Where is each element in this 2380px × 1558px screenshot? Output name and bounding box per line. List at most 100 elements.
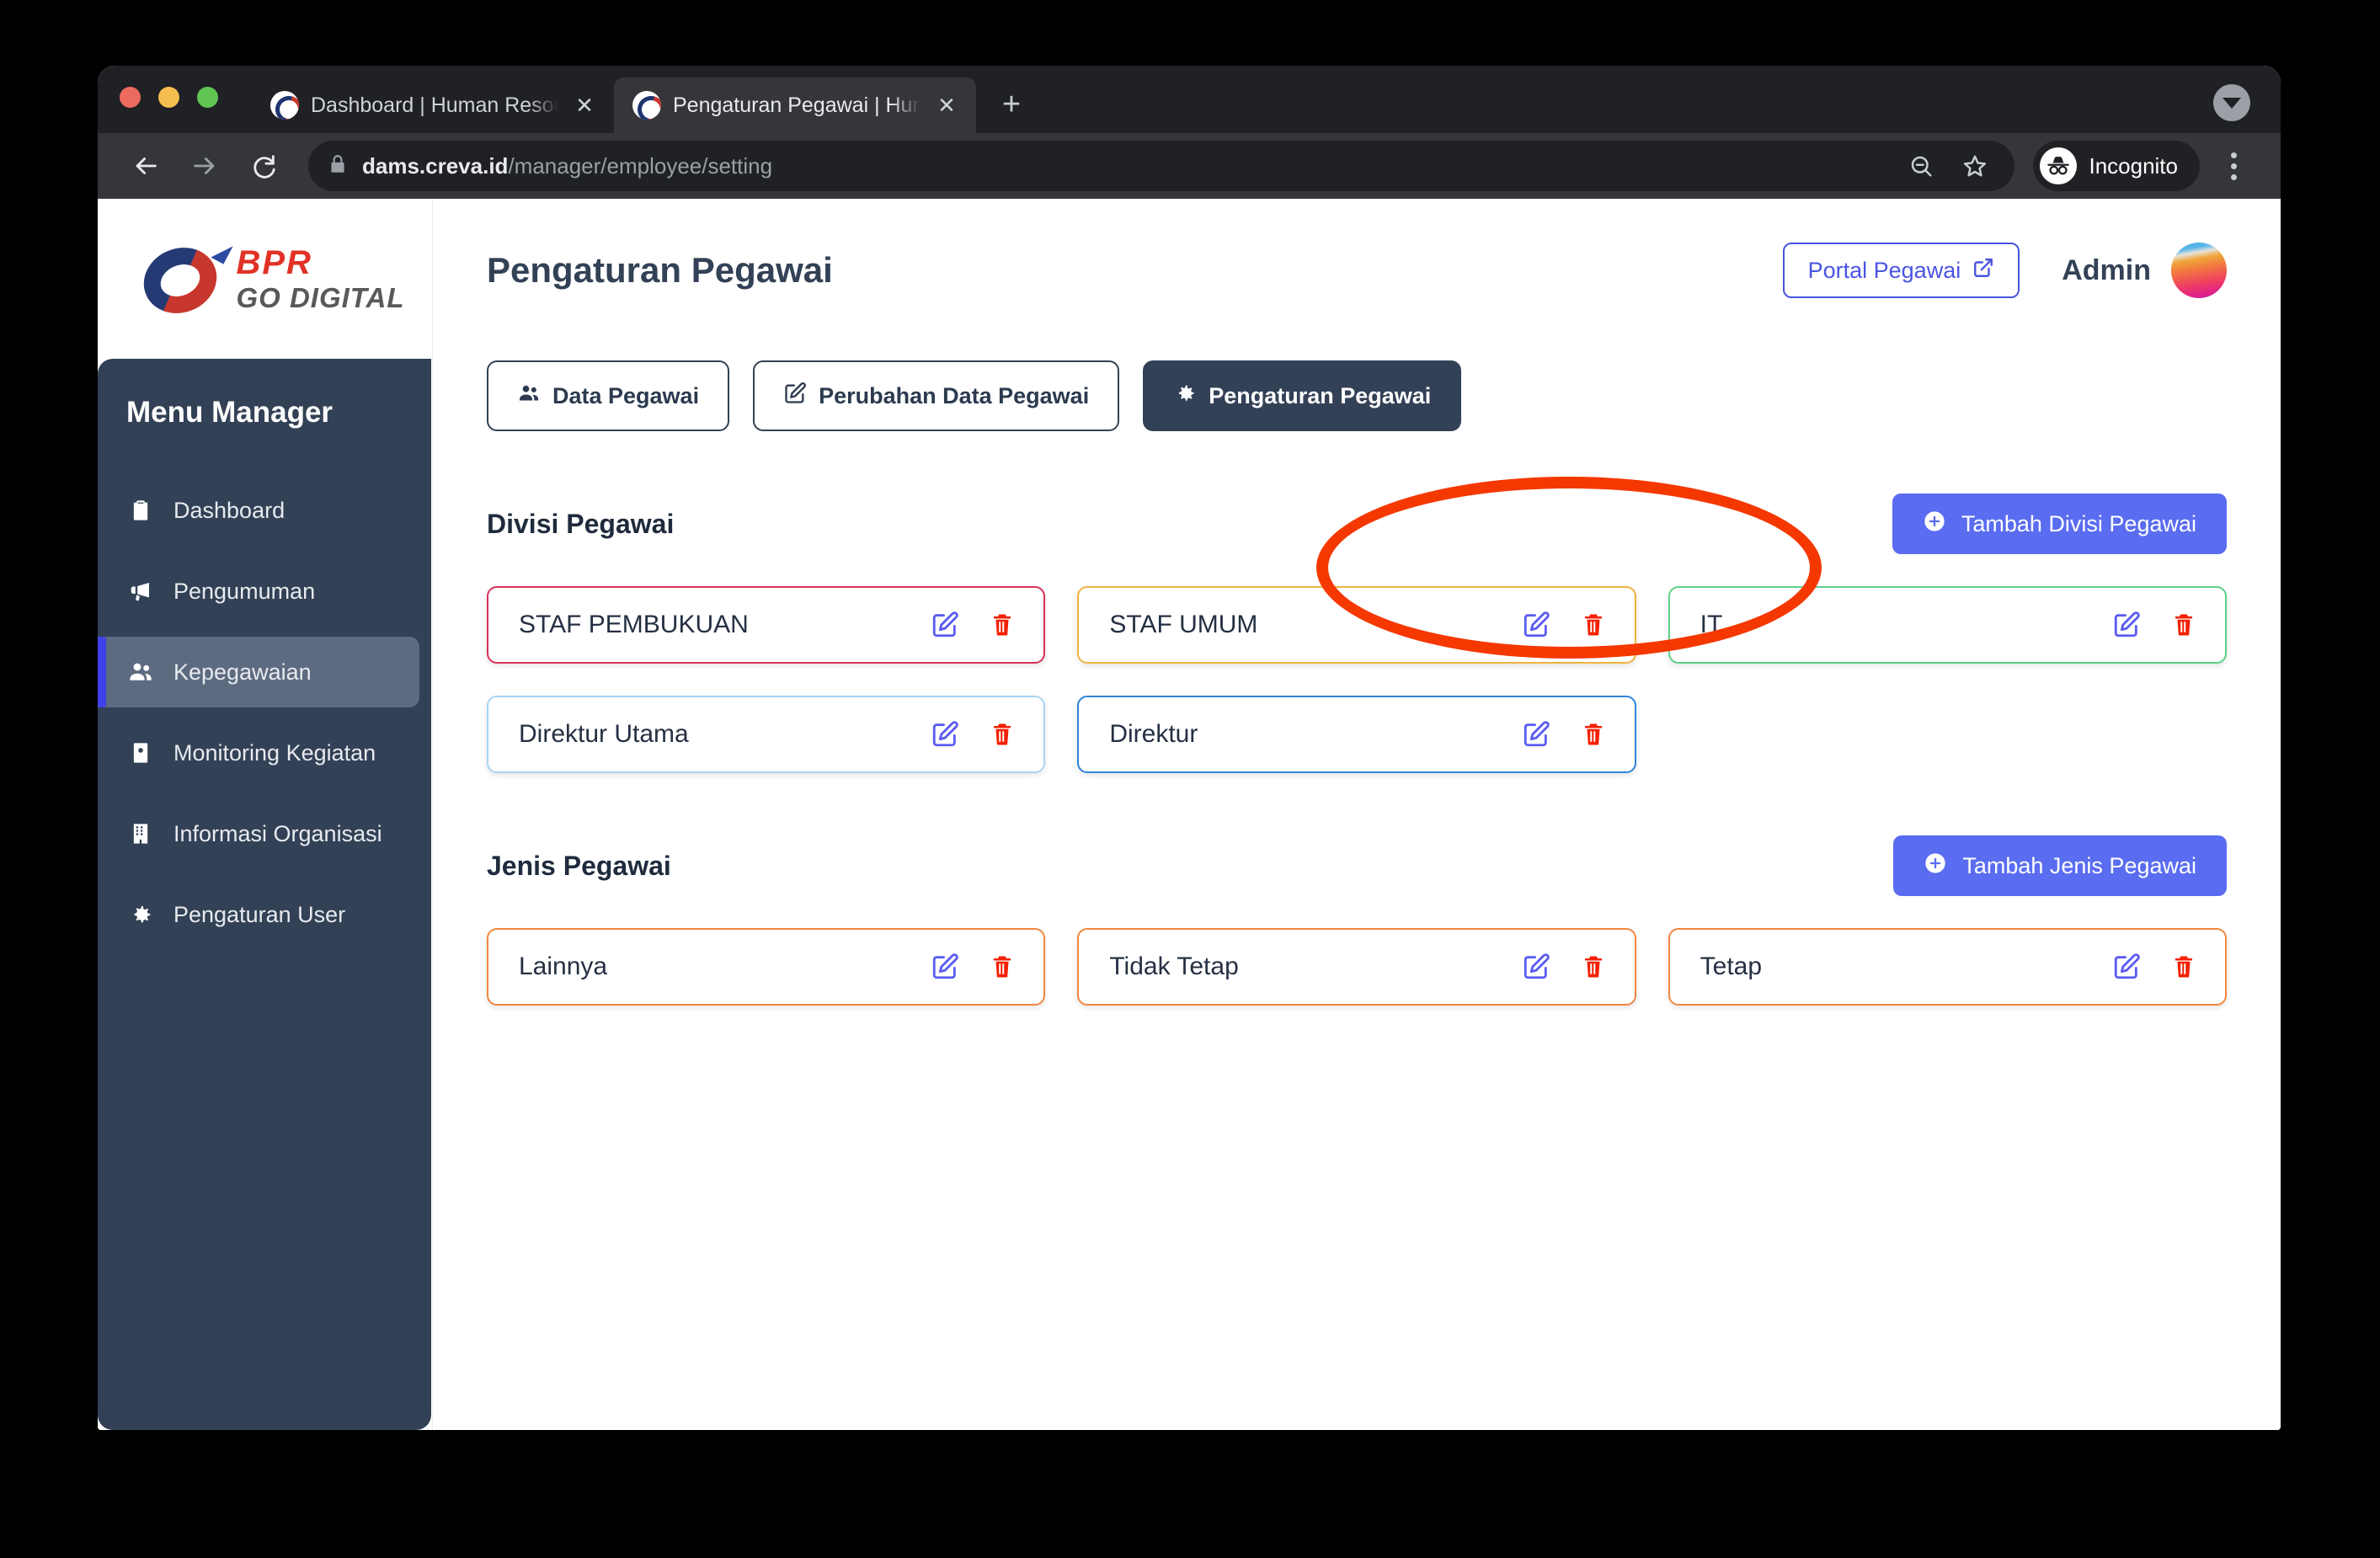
sidebar-item-informasi-organisasi[interactable]: Informasi Organisasi xyxy=(98,798,419,869)
kebab-dot xyxy=(2230,152,2237,158)
trash-icon[interactable] xyxy=(985,607,1020,643)
main-content: Pengaturan Pegawai Portal Pegawai Admin xyxy=(432,199,2281,1430)
chevron-down-glyph xyxy=(2223,97,2241,109)
edit-square-icon[interactable] xyxy=(927,949,963,984)
browser-tab-dashboard[interactable]: Dashboard | Human Resource I ✕ xyxy=(252,77,614,133)
card-actions xyxy=(927,607,1020,643)
forward-arrow-icon[interactable] xyxy=(179,140,231,192)
window-controls xyxy=(120,66,218,133)
plus-circle-icon xyxy=(1923,510,1946,539)
tab-perubahan-data-pegawai[interactable]: Perubahan Data Pegawai xyxy=(753,360,1120,431)
divisi-card[interactable]: Direktur Utama xyxy=(487,696,1046,773)
edit-square-icon[interactable] xyxy=(1518,717,1554,752)
omnibox-actions xyxy=(1900,145,1996,187)
tab-data-pegawai[interactable]: Data Pegawai xyxy=(487,360,730,431)
section-header-divisi: Divisi Pegawai Tambah Divisi Pegawai xyxy=(487,494,2227,554)
card-actions xyxy=(1518,607,1611,643)
new-tab-button[interactable]: + xyxy=(991,84,1032,125)
browser-tab-pengaturan-pegawai[interactable]: Pengaturan Pegawai | Human R ✕ xyxy=(614,77,976,133)
divisi-card[interactable]: IT xyxy=(1668,586,2227,664)
brand-logo: BPR GO DIGITAL xyxy=(98,199,432,359)
kebab-dot xyxy=(2230,163,2237,169)
gear-icon xyxy=(1173,381,1197,411)
trash-icon[interactable] xyxy=(1576,949,1611,984)
jenis-card[interactable]: Tetap xyxy=(1668,928,2227,1006)
divisi-label: IT xyxy=(1700,611,1723,638)
user-menu[interactable]: Admin xyxy=(2062,243,2227,298)
jenis-label: Tetap xyxy=(1700,952,1763,980)
trash-icon[interactable] xyxy=(985,717,1020,752)
users-icon xyxy=(126,659,155,686)
swoosh-arrow xyxy=(211,239,234,264)
sidebar-item-label: Pengumuman xyxy=(173,578,316,604)
close-tab-icon[interactable]: ✕ xyxy=(570,91,599,120)
chevron-down-circle-icon[interactable] xyxy=(2213,84,2250,121)
user-name: Admin xyxy=(2062,253,2151,286)
tab-label: Data Pegawai xyxy=(552,382,700,408)
trash-icon[interactable] xyxy=(2166,607,2201,643)
url-path: /manager/employee/setting xyxy=(508,152,773,179)
edit-square-icon[interactable] xyxy=(2109,949,2144,984)
tab-pengaturan-pegawai[interactable]: Pengaturan Pegawai xyxy=(1143,360,1462,431)
browser-tab-strip: Dashboard | Human Resource I ✕ Pengatura… xyxy=(98,66,2281,133)
zoom-out-icon[interactable] xyxy=(1900,145,1942,187)
trash-icon[interactable] xyxy=(1576,607,1611,643)
tambah-divisi-pegawai-button[interactable]: Tambah Divisi Pegawai xyxy=(1892,494,2227,554)
portal-button-label: Portal Pegawai xyxy=(1807,257,1961,283)
plus-circle-icon xyxy=(1924,851,1947,881)
trash-icon[interactable] xyxy=(985,949,1020,984)
card-actions xyxy=(2109,949,2201,984)
section-header-jenis: Jenis Pegawai Tambah Jenis Pegawai xyxy=(487,835,2227,896)
brand-line-1: BPR xyxy=(236,244,312,281)
brand-text: BPR GO DIGITAL xyxy=(236,246,404,312)
employee-tab-bar: Data Pegawai Perubahan Data Pegawai Peng… xyxy=(487,360,2227,431)
edit-square-icon[interactable] xyxy=(1518,949,1554,984)
divisi-card[interactable]: STAF PEMBUKUAN xyxy=(487,586,1046,664)
avatar[interactable] xyxy=(2171,243,2227,298)
users-icon xyxy=(517,381,541,411)
sidebar-menu-title: Menu Manager xyxy=(126,396,334,429)
jenis-card[interactable]: Tidak Tetap xyxy=(1077,928,1636,1006)
kebab-menu-icon[interactable] xyxy=(2212,140,2255,192)
edit-square-icon[interactable] xyxy=(927,717,963,752)
divisi-pegawai-card-grid: STAF PEMBUKUAN STAF UMUM IT Direktur Uta… xyxy=(487,586,2227,773)
sidebar-item-pengaturan-user[interactable]: Pengaturan User xyxy=(98,879,419,950)
card-actions xyxy=(927,717,1020,752)
close-tab-icon[interactable]: ✕ xyxy=(932,91,961,120)
sidebar-item-dashboard[interactable]: Dashboard xyxy=(98,475,419,546)
edit-square-icon[interactable] xyxy=(1518,607,1554,643)
sidebar-item-kepegawaian[interactable]: Kepegawaian xyxy=(98,637,419,707)
sidebar-item-label: Pengaturan User xyxy=(173,901,346,927)
address-bar[interactable]: dams.creva.id/manager/employee/setting xyxy=(308,141,2015,191)
sidebar-item-label: Informasi Organisasi xyxy=(173,820,382,846)
edit-square-icon[interactable] xyxy=(2109,607,2144,643)
portal-pegawai-button[interactable]: Portal Pegawai xyxy=(1782,243,2020,298)
divisi-card[interactable]: Direktur xyxy=(1077,696,1636,773)
edit-square-icon xyxy=(783,381,807,411)
tambah-jenis-pegawai-button[interactable]: Tambah Jenis Pegawai xyxy=(1893,835,2227,896)
clipboard-icon xyxy=(126,499,155,522)
jenis-pegawai-card-grid: Lainnya Tidak Tetap Tetap xyxy=(487,928,2227,1006)
trash-icon[interactable] xyxy=(1576,717,1611,752)
jenis-card[interactable]: Lainnya xyxy=(487,928,1046,1006)
divisi-label: STAF UMUM xyxy=(1109,611,1258,638)
edit-square-icon[interactable] xyxy=(927,607,963,643)
star-icon[interactable] xyxy=(1954,145,1996,187)
reload-icon[interactable] xyxy=(237,140,290,192)
sidebar-item-pengumuman[interactable]: Pengumuman xyxy=(98,556,419,627)
grid-spacer xyxy=(1668,696,2227,773)
sidebar-item-label: Kepegawaian xyxy=(173,659,312,685)
close-window-button[interactable] xyxy=(120,86,141,108)
section-title: Divisi Pegawai xyxy=(487,508,675,539)
trash-icon[interactable] xyxy=(2166,949,2201,984)
maximize-window-button[interactable] xyxy=(197,86,218,108)
divisi-card[interactable]: STAF UMUM xyxy=(1077,586,1636,664)
back-arrow-icon[interactable] xyxy=(120,140,172,192)
building-icon xyxy=(126,822,155,846)
minimize-window-button[interactable] xyxy=(158,86,179,108)
header-actions: Portal Pegawai Admin xyxy=(1782,243,2227,298)
content-header: Pengaturan Pegawai Portal Pegawai Admin xyxy=(487,243,2227,298)
tab-label: Perubahan Data Pegawai xyxy=(819,382,1090,408)
incognito-profile-chip[interactable]: Incognito xyxy=(2033,141,2200,191)
sidebar-item-monitoring-kegiatan[interactable]: Monitoring Kegiatan xyxy=(98,718,419,788)
